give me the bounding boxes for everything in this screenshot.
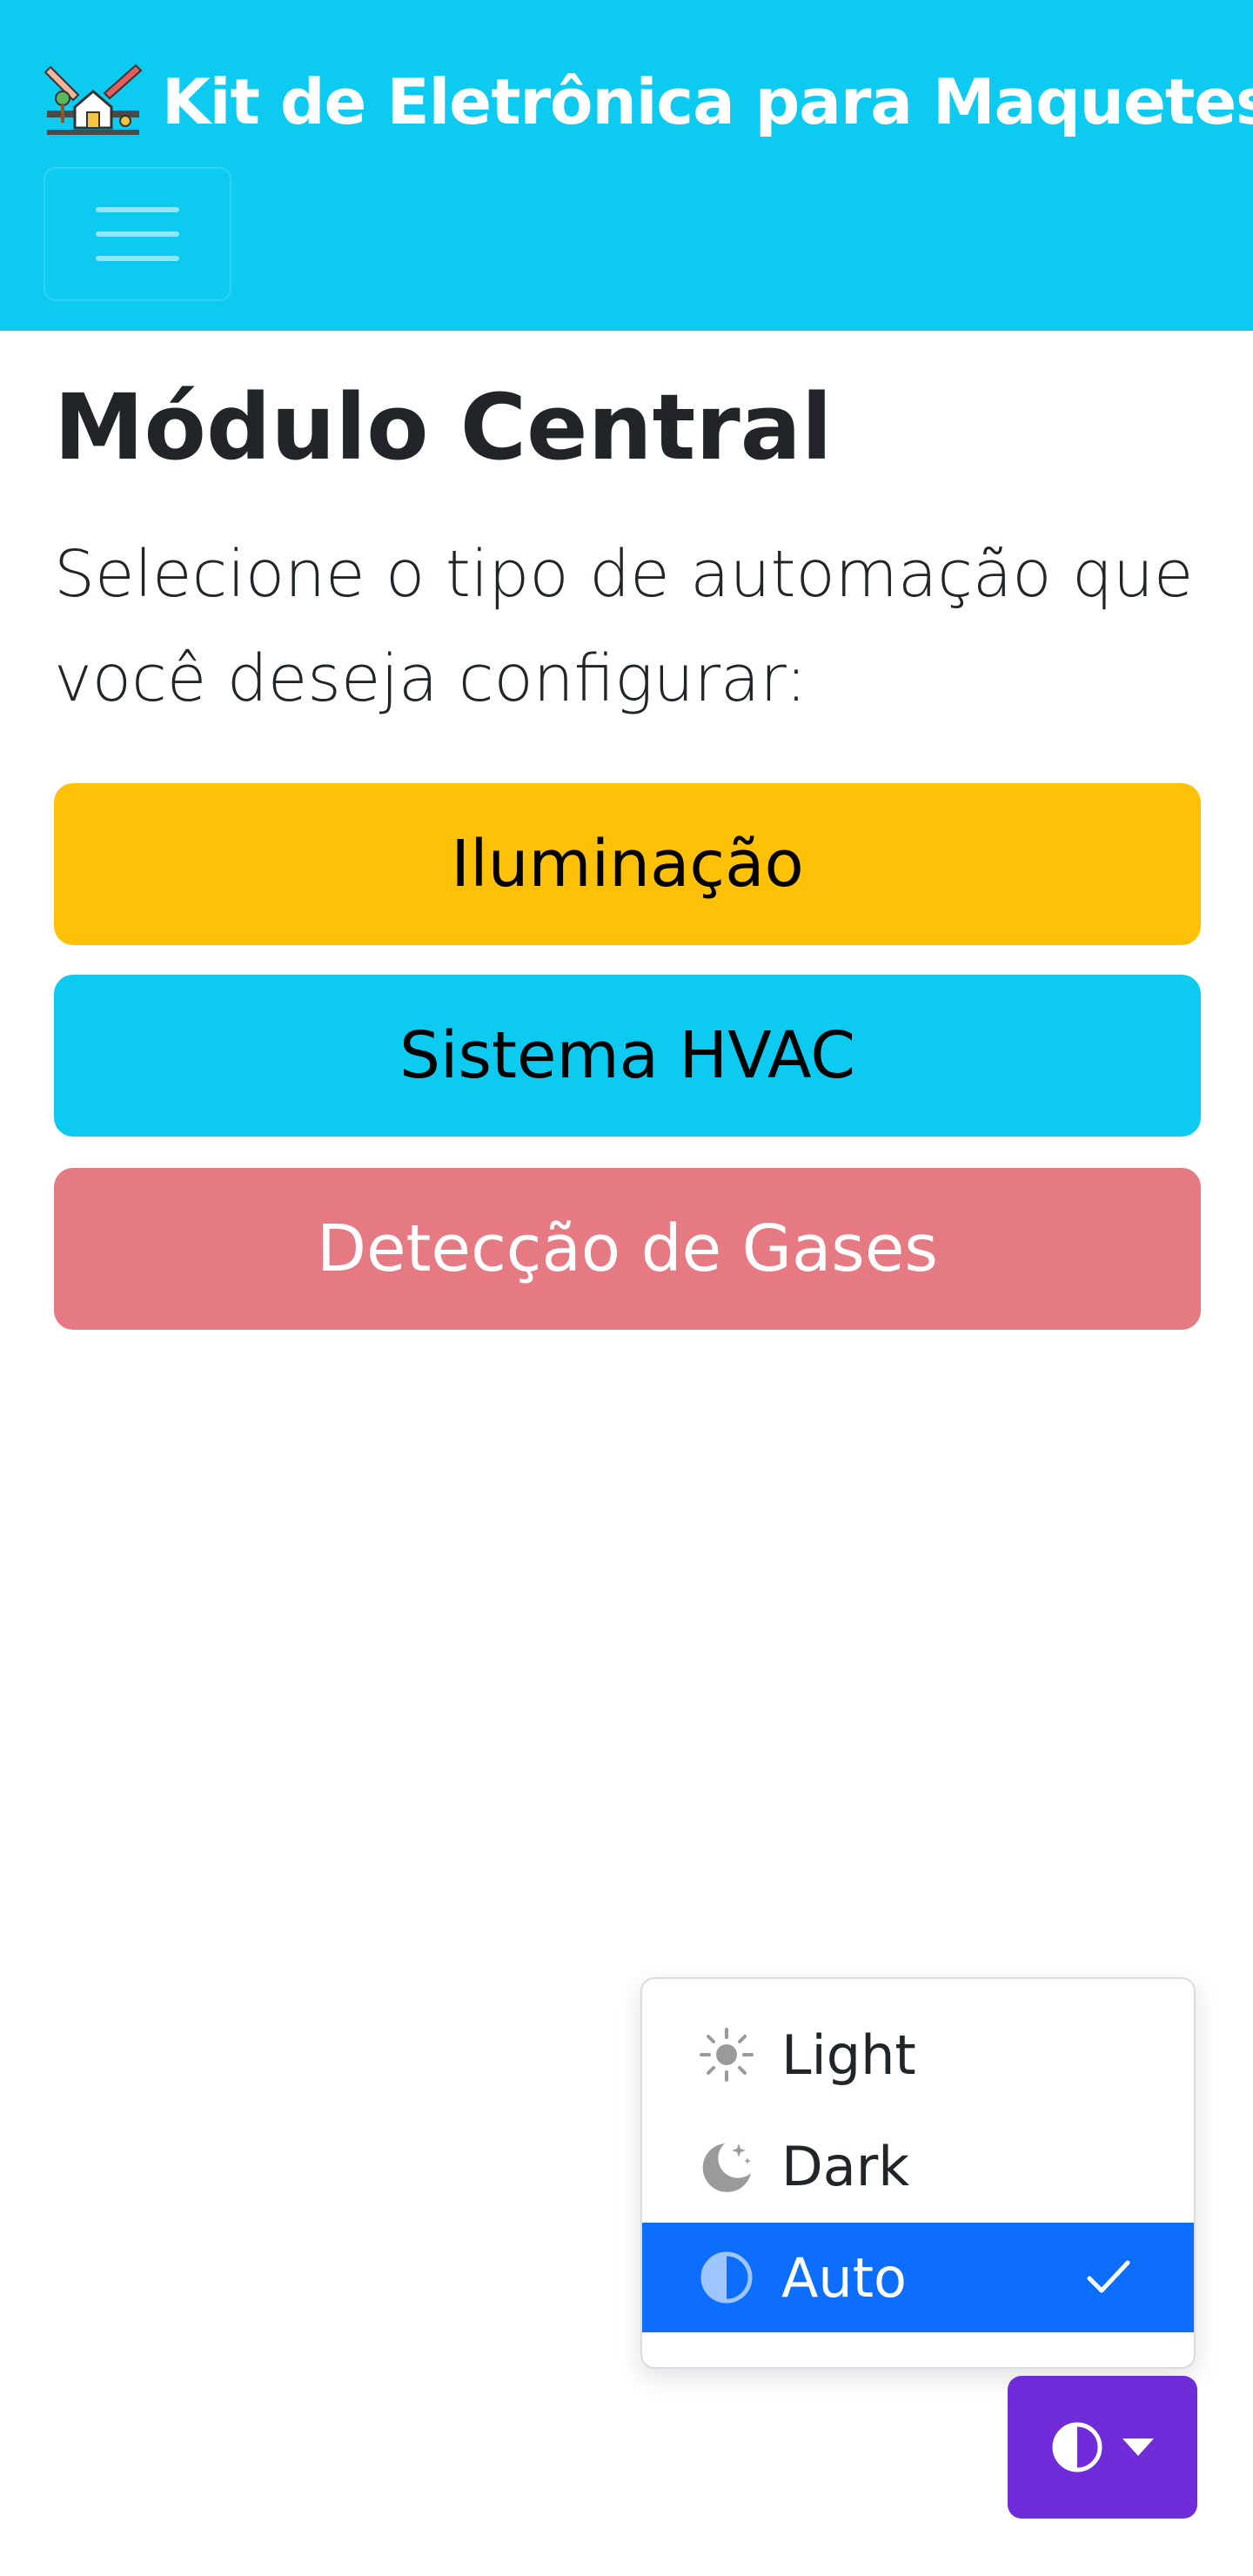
brand-title: Kit de Eletrônica para Maquetes <box>162 65 1253 138</box>
circle-half-icon <box>696 2247 757 2308</box>
tools-house-logo-icon <box>44 64 143 135</box>
page-lead: Selecione o tipo de automação que você d… <box>54 537 1194 716</box>
circle-half-icon <box>1052 2422 1102 2472</box>
page-title: Módulo Central <box>54 374 833 480</box>
theme-option-label: Light <box>781 2023 916 2087</box>
navbar-brand[interactable]: Kit de Eletrônica para Maquetes <box>44 45 1253 158</box>
sun-icon <box>696 2024 757 2085</box>
check-icon <box>1087 2260 1130 2293</box>
theme-toggle-button[interactable] <box>1008 2376 1197 2519</box>
theme-option-light[interactable]: Light <box>642 2000 1194 2110</box>
navbar-toggler-button[interactable] <box>44 167 231 301</box>
hvac-button[interactable]: Sistema HVAC <box>54 975 1201 1137</box>
hamburger-menu-icon <box>96 207 179 212</box>
caret-down-icon <box>1122 2438 1154 2456</box>
theme-option-dark[interactable]: Dark <box>642 2111 1194 2221</box>
theme-option-label: Dark <box>781 2134 910 2198</box>
theme-option-label: Auto <box>781 2245 907 2310</box>
lighting-button[interactable]: Iluminação <box>54 783 1201 945</box>
theme-dropdown-menu: Light Dark Auto <box>640 1977 1196 2369</box>
theme-option-auto[interactable]: Auto <box>642 2223 1194 2332</box>
moon-stars-icon <box>696 2136 757 2197</box>
navbar: Kit de Eletrônica para Maquetes <box>0 0 1253 331</box>
hamburger-menu-icon-bar <box>96 256 179 261</box>
hamburger-menu-icon-bar <box>96 231 179 237</box>
gas-detection-button[interactable]: Detecção de Gases <box>54 1168 1201 1330</box>
